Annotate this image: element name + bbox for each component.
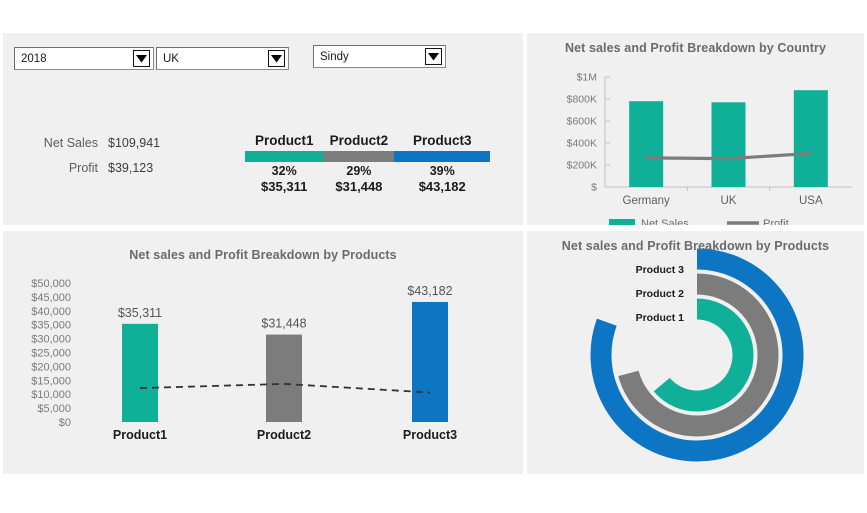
country-bar[interactable] bbox=[793, 90, 828, 187]
region-dropdown-value: UK bbox=[163, 52, 179, 65]
share-product-value: $31,448 bbox=[335, 179, 383, 194]
product-category-label: Product2 bbox=[257, 428, 311, 442]
person-dropdown-value: Sindy bbox=[320, 50, 349, 63]
svg-text:$400K: $400K bbox=[567, 138, 597, 150]
chevron-down-icon[interactable] bbox=[133, 50, 150, 67]
share-product-name: Product2 bbox=[329, 133, 389, 148]
svg-text:$45,000: $45,000 bbox=[31, 292, 71, 304]
svg-text:$: $ bbox=[591, 182, 597, 194]
svg-text:$600K: $600K bbox=[567, 116, 597, 128]
product-share-percents: 32% 29% 39% bbox=[245, 164, 490, 178]
svg-text:$5,000: $5,000 bbox=[37, 403, 71, 415]
svg-text:$35,000: $35,000 bbox=[31, 320, 71, 332]
svg-text:$800K: $800K bbox=[567, 94, 597, 106]
radial-bar-chart[interactable]: Product 3 Product 2 Product 1 bbox=[527, 231, 864, 474]
svg-text:$200K: $200K bbox=[567, 160, 597, 172]
product-category-label: Product1 bbox=[113, 428, 167, 442]
share-bar-segment[interactable] bbox=[323, 151, 395, 162]
product-bar-value-label: $43,182 bbox=[407, 284, 452, 298]
product-bar[interactable] bbox=[412, 301, 448, 422]
product-share-names: Product1 Product2 Product3 bbox=[245, 133, 490, 148]
chevron-down-icon[interactable] bbox=[268, 50, 285, 67]
share-product-percent: 29% bbox=[346, 164, 372, 178]
product-bar-value-label: $31,448 bbox=[261, 317, 306, 331]
person-dropdown[interactable]: Sindy bbox=[313, 45, 446, 68]
product-share-bar bbox=[245, 151, 490, 162]
share-bar-segment[interactable] bbox=[394, 151, 490, 162]
svg-text:$15,000: $15,000 bbox=[31, 375, 71, 387]
share-product-percent: 39% bbox=[429, 164, 455, 178]
year-dropdown-value: 2018 bbox=[21, 52, 47, 65]
svg-text:$50,000: $50,000 bbox=[31, 278, 71, 290]
year-dropdown[interactable]: 2018 bbox=[14, 47, 154, 70]
svg-text:$25,000: $25,000 bbox=[31, 348, 71, 360]
country-bar[interactable] bbox=[711, 102, 746, 187]
net-sales-label: Net Sales bbox=[43, 136, 98, 150]
radial-category-label: Product 1 bbox=[636, 312, 685, 324]
country-chart[interactable]: $ $200K $400K $600K $800K $1M Germany UK USA Net … bbox=[527, 33, 864, 225]
svg-text:USA: USA bbox=[799, 195, 823, 207]
share-product-name: Product3 bbox=[412, 133, 472, 148]
share-product-value: $35,311 bbox=[261, 179, 308, 194]
share-bar-segment[interactable] bbox=[245, 151, 324, 162]
product-share-values: $35,311 $31,448 $43,182 bbox=[245, 179, 490, 194]
products-bar-chart[interactable]: $0 $5,000 $10,000 $15,000 $20,000$25,000 $30,… bbox=[3, 231, 523, 474]
radial-category-label: Product 2 bbox=[636, 288, 685, 300]
product-share-breakdown: Product1 Product2 Product3 32% 29% 39% $35,3… bbox=[245, 133, 490, 194]
svg-text:Germany: Germany bbox=[623, 195, 671, 207]
profit-value: $39,123 bbox=[108, 161, 154, 175]
legend-swatch-net-sales bbox=[609, 219, 635, 225]
radial-category-label: Product 3 bbox=[636, 264, 685, 276]
svg-text:$0: $0 bbox=[59, 417, 71, 429]
product-bar-value-label: $35,311 bbox=[118, 306, 162, 320]
legend-label-net-sales: Net Sales bbox=[641, 218, 689, 225]
country-chart-panel: Net sales and Profit Breakdown by Countr… bbox=[527, 33, 864, 225]
region-dropdown[interactable]: UK bbox=[156, 47, 289, 70]
product-bar[interactable] bbox=[122, 323, 158, 422]
share-product-percent: 32% bbox=[271, 164, 297, 178]
svg-text:$20,000: $20,000 bbox=[31, 361, 71, 373]
svg-text:$30,000: $30,000 bbox=[31, 334, 71, 346]
products-chart-title: Net sales and Profit Breakdown by Produc… bbox=[129, 248, 397, 262]
share-product-name: Product1 bbox=[254, 133, 314, 148]
svg-text:$10,000: $10,000 bbox=[31, 389, 71, 401]
radial-chart-panel: Net sales and Profit Breakdown by Produc… bbox=[527, 231, 864, 474]
chevron-down-icon[interactable] bbox=[425, 48, 442, 65]
profit-label: Profit bbox=[68, 161, 98, 175]
svg-text:$1M: $1M bbox=[577, 72, 597, 84]
legend-label-profit: Profit bbox=[763, 218, 789, 225]
radial-chart-title: Net sales and Profit Breakdown by Produc… bbox=[561, 239, 830, 253]
products-chart-panel: Net sales and Profit Breakdown by Produc… bbox=[3, 231, 523, 474]
net-sales-value: $109,941 bbox=[108, 136, 161, 150]
country-chart-title: Net sales and Profit Breakdown by Countr… bbox=[564, 41, 827, 55]
product-category-label: Product3 bbox=[403, 428, 457, 442]
country-bar[interactable] bbox=[629, 101, 664, 187]
dashboard: 2018 UK Sindy Net Sales $109,941 Profit … bbox=[0, 0, 867, 513]
share-product-value: $43,182 bbox=[418, 179, 466, 194]
product-bar[interactable] bbox=[266, 334, 302, 422]
svg-text:UK: UK bbox=[721, 195, 737, 207]
svg-text:$40,000: $40,000 bbox=[31, 306, 71, 318]
